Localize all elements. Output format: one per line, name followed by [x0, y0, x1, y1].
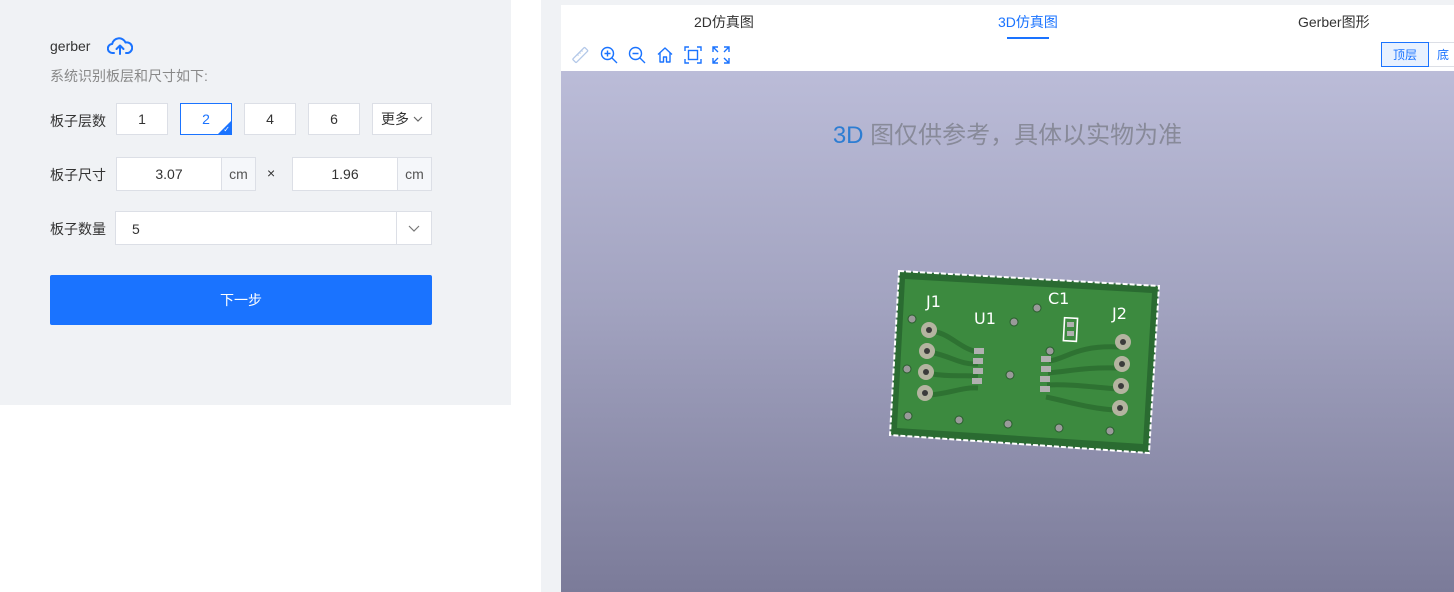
height-unit: cm	[398, 157, 432, 191]
zoom-out-icon[interactable]	[628, 46, 646, 64]
silk-label-c1: C1	[1048, 289, 1069, 308]
board-quantity-select[interactable]: 5	[115, 211, 432, 245]
fullscreen-icon[interactable]	[712, 46, 730, 64]
silk-label-u1: U1	[974, 309, 996, 328]
tab-3d-simulation[interactable]: 3D仿真图	[998, 5, 1058, 38]
board-width-input[interactable]: 3.07	[116, 157, 222, 191]
chevron-down-icon	[413, 116, 423, 122]
c1-pad	[1067, 331, 1074, 336]
cloud-upload-icon[interactable]	[107, 36, 133, 56]
board-quantity-label: 板子数量	[50, 221, 106, 237]
next-step-button[interactable]: 下一步	[50, 275, 432, 325]
c1-pad	[1067, 322, 1074, 327]
board-size-label: 板子尺寸	[50, 167, 106, 183]
top-layer-button[interactable]: 顶层	[1381, 42, 1429, 67]
pcb-3d-model[interactable]: J1 U1 C1 J2	[886, 269, 1166, 459]
ruler-icon[interactable]	[572, 46, 590, 64]
board-config-panel: gerber 系统识别板层和尺寸如下: 板子层数 1 2 ✓ 4 6 更多 板子…	[0, 0, 511, 405]
home-icon[interactable]	[656, 46, 674, 64]
silk-label-j1: J1	[925, 292, 941, 311]
fit-screen-icon[interactable]	[684, 46, 702, 64]
3d-render-canvas[interactable]: 3D 图仅供参考，具体以实物为准 J1 U1 C1 J2	[561, 71, 1454, 592]
pcb-preview-viewer: 2D仿真图 3D仿真图 Gerber图形 顶层 底 3D 图仅供参考，具体以实物…	[561, 5, 1454, 592]
gerber-file-label: gerber	[50, 38, 91, 54]
bottom-layer-button[interactable]: 底	[1429, 42, 1454, 67]
layer-option-4[interactable]: 4	[244, 103, 296, 135]
tab-gerber-graphics[interactable]: Gerber图形	[1298, 5, 1370, 38]
layer-count-label: 板子层数	[50, 113, 106, 129]
board-height-input[interactable]: 1.96	[292, 157, 398, 191]
layer-option-1[interactable]: 1	[116, 103, 168, 135]
check-icon: ✓	[223, 125, 230, 134]
chevron-down-icon	[408, 225, 420, 232]
recognition-hint: 系统识别板层和尺寸如下:	[50, 68, 208, 84]
quantity-dropdown-arrow[interactable]	[396, 212, 431, 244]
width-unit: cm	[222, 157, 256, 191]
layer-option-2[interactable]: 2 ✓	[180, 103, 232, 135]
zoom-in-icon[interactable]	[600, 46, 618, 64]
reference-disclaimer: 3D 图仅供参考，具体以实物为准	[832, 122, 1183, 149]
more-layers-dropdown[interactable]: 更多	[372, 103, 432, 135]
active-tab-underline	[1007, 37, 1049, 39]
times-sign: ×	[267, 165, 276, 181]
layer-option-6[interactable]: 6	[308, 103, 360, 135]
tab-2d-simulation[interactable]: 2D仿真图	[694, 5, 754, 38]
silk-label-j2: J2	[1111, 304, 1127, 323]
quantity-value: 5	[132, 221, 140, 237]
